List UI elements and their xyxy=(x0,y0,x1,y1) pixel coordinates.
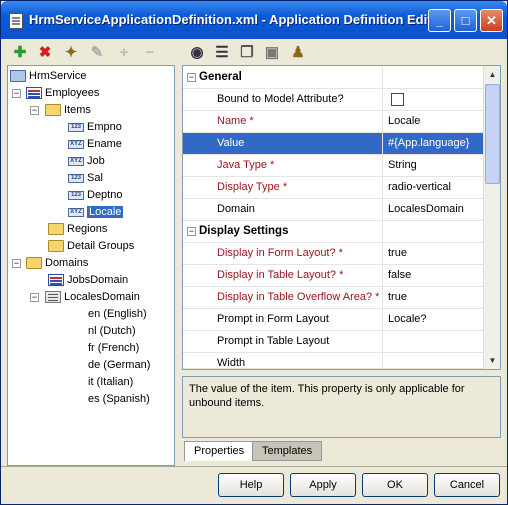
add-icon[interactable]: ✚ xyxy=(11,43,29,61)
tree-node-items[interactable]: Items xyxy=(45,102,91,118)
minimize-button[interactable]: _ xyxy=(428,9,451,32)
tree-node-locale-fr[interactable]: fr (French) xyxy=(88,340,139,356)
tab-properties[interactable]: Properties xyxy=(184,441,255,461)
number-field-icon: 123 xyxy=(68,122,84,132)
properties-toolbar: ◉ ☰ ❐ ▣ ♟ xyxy=(182,39,501,65)
pin-icon[interactable]: ♟ xyxy=(289,43,307,61)
tree-node-employees[interactable]: Employees xyxy=(26,85,99,101)
tree-node-job[interactable]: XYZ Job xyxy=(68,153,105,169)
service-icon xyxy=(10,70,26,83)
number-field-icon: 123 xyxy=(68,190,84,200)
table-icon xyxy=(26,87,42,100)
tree-node-locale[interactable]: XYZ Locale xyxy=(68,204,124,220)
tree-node-hrmservice[interactable]: HrmService xyxy=(10,68,86,84)
property-display-overflow[interactable]: Display in Table Overflow Area? * true xyxy=(183,287,484,309)
help-button[interactable]: Help xyxy=(218,473,284,497)
group-display-settings[interactable]: − Display Settings xyxy=(183,221,484,243)
scroll-up-icon[interactable]: ▲ xyxy=(486,68,499,81)
plus-icon[interactable]: + xyxy=(115,43,133,61)
scroll-down-icon[interactable]: ▼ xyxy=(486,354,499,367)
tree-node-detail-groups[interactable]: Detail Groups xyxy=(48,238,134,254)
binoculars-icon[interactable]: ◉ xyxy=(188,43,206,61)
property-width[interactable]: Width xyxy=(183,353,484,369)
collapse-domains[interactable]: − xyxy=(12,259,21,268)
edit-icon[interactable]: ✎ xyxy=(88,43,106,61)
ok-button[interactable]: OK xyxy=(362,473,428,497)
display-form-value[interactable]: true xyxy=(388,247,407,259)
name-value[interactable]: Locale xyxy=(388,115,420,127)
folder-icon xyxy=(26,257,42,270)
collapse-items[interactable]: − xyxy=(30,106,39,115)
tree-node-localesdomain[interactable]: LocalesDomain xyxy=(45,289,140,305)
tab-templates[interactable]: Templates xyxy=(252,441,323,461)
wizard-icon[interactable]: ✦ xyxy=(62,43,80,61)
tree-node-deptno[interactable]: 123 Deptno xyxy=(68,187,122,203)
document-icon xyxy=(9,13,23,29)
tree-node-locale-de[interactable]: de (German) xyxy=(88,357,150,373)
collapse-icon[interactable]: − xyxy=(187,227,196,236)
tree-node-locale-es[interactable]: es (Spanish) xyxy=(88,391,150,407)
structure-tree: HrmService − Employees − Items 123 Empno … xyxy=(7,65,175,466)
property-display-form[interactable]: Display in Form Layout? * true xyxy=(183,243,484,265)
property-description: The value of the item. This property is … xyxy=(182,376,501,438)
property-java-type[interactable]: Java Type * String xyxy=(183,155,484,177)
domain-value[interactable]: LocalesDomain xyxy=(388,203,464,215)
collapse-employees[interactable]: − xyxy=(12,89,21,98)
close-button[interactable]: ✕ xyxy=(480,9,503,32)
folder-icon xyxy=(48,240,64,253)
property-bound-to-model[interactable]: Bound to Model Attribute? xyxy=(183,89,484,111)
display-table-value[interactable]: false xyxy=(388,269,411,281)
text-field-icon: XYZ xyxy=(68,207,84,217)
scroll-thumb[interactable] xyxy=(485,84,500,184)
display-overflow-value[interactable]: true xyxy=(388,291,407,303)
list-domain-icon xyxy=(45,291,61,304)
property-domain[interactable]: Domain LocalesDomain xyxy=(183,199,484,221)
display-type-value[interactable]: radio-vertical xyxy=(388,181,451,193)
collapse-icon[interactable]: − xyxy=(187,73,196,82)
tree-node-domains[interactable]: Domains xyxy=(26,255,88,271)
collapse-localesdomain[interactable]: − xyxy=(30,293,39,302)
maximize-button[interactable]: □ xyxy=(454,9,477,32)
group-general[interactable]: − General xyxy=(183,67,484,89)
apply-button[interactable]: Apply xyxy=(290,473,356,497)
tree-node-regions[interactable]: Regions xyxy=(48,221,107,237)
tree-node-sal[interactable]: 123 Sal xyxy=(68,170,103,186)
sort-icon[interactable]: ☰ xyxy=(213,43,231,61)
text-field-icon: XYZ xyxy=(68,139,84,149)
prompt-form-value[interactable]: Locale? xyxy=(388,313,427,325)
property-scrollbar[interactable]: ▲ ▼ xyxy=(483,66,500,369)
window-title: HrmServiceApplicationDefinition.xml - Ap… xyxy=(29,12,445,27)
property-value[interactable]: Value #{App.language} xyxy=(183,133,484,155)
property-display-table[interactable]: Display in Table Layout? * false xyxy=(183,265,484,287)
java-type-value[interactable]: String xyxy=(388,159,417,171)
property-prompt-form[interactable]: Prompt in Form Layout Locale? xyxy=(183,309,484,331)
tree-node-locale-it[interactable]: it (Italian) xyxy=(88,374,133,390)
folder-icon xyxy=(45,104,61,117)
folder-icon xyxy=(48,223,64,236)
property-prompt-table[interactable]: Prompt in Table Layout xyxy=(183,331,484,353)
property-sheet: − General Bound to Model Attribute? Name… xyxy=(182,65,501,370)
tree-node-empno[interactable]: 123 Empno xyxy=(68,119,122,135)
tree-node-ename[interactable]: XYZ Ename xyxy=(68,136,122,152)
tree-node-jobsdomain[interactable]: JobsDomain xyxy=(48,272,128,288)
domain-icon xyxy=(48,274,64,287)
number-field-icon: 123 xyxy=(68,173,84,183)
copy-icon[interactable]: ❐ xyxy=(238,43,256,61)
title-bar: HrmServiceApplicationDefinition.xml - Ap… xyxy=(1,1,507,39)
minus-icon[interactable]: − xyxy=(141,43,159,61)
property-name[interactable]: Name * Locale xyxy=(183,111,484,133)
text-field-icon: XYZ xyxy=(68,156,84,166)
tree-node-locale-en[interactable]: en (English) xyxy=(88,306,147,322)
tree-toolbar: ✚ ✖ ✦ ✎ + − xyxy=(7,39,175,65)
paste-icon[interactable]: ▣ xyxy=(263,43,281,61)
property-display-type[interactable]: Display Type * radio-vertical xyxy=(183,177,484,199)
bound-checkbox[interactable] xyxy=(391,93,404,106)
application-definition-editor-window: HrmServiceApplicationDefinition.xml - Ap… xyxy=(0,0,508,505)
value-value[interactable]: #{App.language} xyxy=(388,137,469,149)
cancel-button[interactable]: Cancel xyxy=(434,473,500,497)
tree-node-locale-nl[interactable]: nl (Dutch) xyxy=(88,323,136,339)
delete-icon[interactable]: ✖ xyxy=(36,43,54,61)
